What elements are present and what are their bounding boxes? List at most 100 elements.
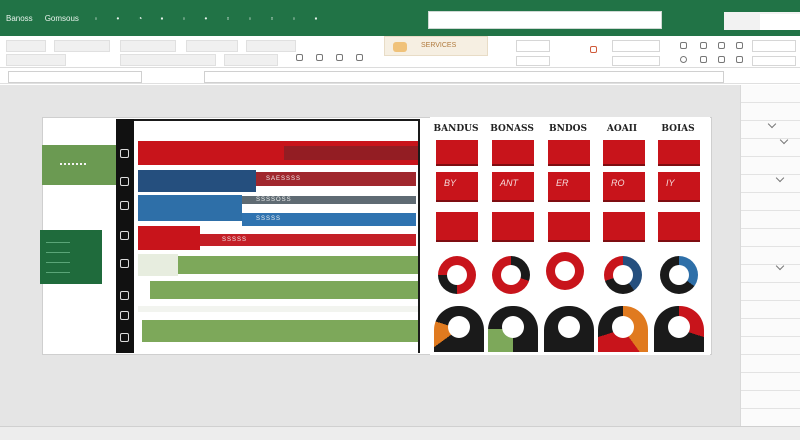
axis-icon: [120, 177, 129, 186]
ribbon-tab-1[interactable]: Banoss: [6, 12, 33, 26]
ring-chart[interactable]: [654, 306, 704, 352]
ribbon-tab-9[interactable]: ▫: [223, 12, 233, 26]
chart-bar[interactable]: [150, 256, 418, 274]
ribbon-tab-5[interactable]: ◔: [135, 12, 145, 26]
ribbon-icon[interactable]: [296, 54, 303, 61]
tile[interactable]: IY: [658, 172, 700, 202]
tile[interactable]: [603, 140, 645, 166]
ribbon-tab-8[interactable]: •: [201, 12, 211, 26]
tile[interactable]: ANT: [492, 172, 534, 202]
chart-bar[interactable]: [150, 281, 418, 299]
ribbon-icon[interactable]: [718, 56, 725, 63]
ribbon-tabs: Banoss Gomsous ◦ • ◔ ▪ ◦ • ▫ ◦ ▫ ◦ ▪: [0, 12, 333, 26]
ribbon-icon[interactable]: [356, 54, 363, 61]
ring-chart[interactable]: [544, 306, 594, 352]
ribbon-icon[interactable]: [680, 42, 687, 49]
axis-icon: [120, 291, 129, 300]
ribbon-tab-13[interactable]: ▪: [311, 12, 321, 26]
tile[interactable]: ER: [548, 172, 590, 202]
ribbon-tab-11[interactable]: ▫: [267, 12, 277, 26]
tile[interactable]: [548, 140, 590, 166]
tile-label: RO: [611, 178, 625, 188]
ribbon-dropdown[interactable]: [612, 40, 660, 52]
ribbon-icon[interactable]: [590, 46, 597, 53]
ribbon-icon[interactable]: [336, 54, 343, 61]
ribbon-button[interactable]: [6, 54, 66, 66]
search-input[interactable]: [428, 11, 662, 29]
services-button[interactable]: SERVICES: [384, 36, 488, 56]
ribbon-dropdown[interactable]: [612, 56, 660, 66]
tile[interactable]: [492, 212, 534, 242]
ribbon-tab-10[interactable]: ◦: [245, 12, 255, 26]
formula-input[interactable]: [204, 71, 724, 83]
chevron-icon[interactable]: [775, 261, 785, 271]
pen-icon[interactable]: [767, 119, 777, 129]
legend-label: [60, 163, 86, 167]
chart-bar[interactable]: [138, 170, 256, 192]
ribbon-icon[interactable]: [736, 42, 743, 49]
bar-label: SSSSS: [256, 216, 282, 222]
chart-bar[interactable]: [284, 146, 418, 160]
chart-bar[interactable]: [142, 320, 418, 342]
tile[interactable]: RO: [603, 172, 645, 202]
chevron-icon[interactable]: [775, 173, 785, 183]
ribbon-icon[interactable]: [736, 56, 743, 63]
ribbon-dropdown[interactable]: [516, 40, 550, 52]
ribbon-button[interactable]: [186, 40, 238, 52]
column-header: BOIAS: [661, 124, 695, 134]
ribbon-icon[interactable]: [700, 42, 707, 49]
chevron-icon[interactable]: [779, 135, 789, 145]
tile[interactable]: BY: [436, 172, 478, 202]
ring-chart[interactable]: [598, 306, 648, 352]
ribbon-icon[interactable]: [680, 56, 687, 63]
tile[interactable]: [436, 212, 478, 242]
ribbon-button[interactable]: [6, 40, 46, 52]
chart-bar[interactable]: [138, 306, 418, 312]
worksheet-cells[interactable]: [740, 85, 800, 440]
ribbon-tab-12[interactable]: ◦: [289, 12, 299, 26]
tile[interactable]: [603, 212, 645, 242]
ribbon-button[interactable]: [246, 40, 296, 52]
ribbon-button[interactable]: [54, 40, 110, 52]
ring-chart[interactable]: [488, 306, 538, 352]
ribbon-icon[interactable]: [700, 56, 707, 63]
ribbon-icon[interactable]: [718, 42, 725, 49]
axis-icon: [120, 231, 129, 240]
tile[interactable]: [658, 212, 700, 242]
tile-label: ER: [556, 178, 569, 188]
axis-icon: [120, 201, 129, 210]
donut-chart[interactable]: [660, 256, 698, 294]
ribbon-dropdown[interactable]: [752, 56, 796, 66]
tile[interactable]: [436, 140, 478, 166]
chart-bar[interactable]: [138, 254, 178, 276]
ribbon-tab-3[interactable]: ◦: [91, 12, 101, 26]
ribbon-button[interactable]: [224, 54, 278, 66]
ribbon-tab-6[interactable]: ▪: [157, 12, 167, 26]
ring-chart[interactable]: [434, 306, 484, 352]
ribbon-icon[interactable]: [316, 54, 323, 61]
donut-chart[interactable]: [492, 256, 530, 294]
ribbon-button[interactable]: [120, 54, 216, 66]
chart-thumbnail[interactable]: [40, 230, 102, 284]
ribbon-dropdown[interactable]: [516, 56, 550, 66]
donut-chart[interactable]: [604, 256, 642, 294]
tile-label: IY: [666, 178, 675, 188]
ribbon-tab-2[interactable]: Gomsous: [45, 12, 79, 26]
services-icon: [393, 42, 407, 52]
tile[interactable]: [548, 212, 590, 242]
donut-chart[interactable]: [438, 256, 476, 294]
chart-bar[interactable]: [138, 226, 200, 250]
name-box[interactable]: [8, 71, 142, 83]
ribbon-tab-4[interactable]: •: [113, 12, 123, 26]
tile[interactable]: [492, 140, 534, 166]
ribbon-tab-7[interactable]: ◦: [179, 12, 189, 26]
chart-legend-tab[interactable]: [42, 145, 116, 185]
chart-bar[interactable]: [138, 195, 242, 221]
ribbon-button[interactable]: [120, 40, 176, 52]
ribbon-dropdown[interactable]: [752, 40, 796, 52]
axis-icon: [120, 149, 129, 158]
tile[interactable]: [658, 140, 700, 166]
donut-chart[interactable]: [546, 252, 584, 290]
axis-icon: [120, 259, 129, 268]
thumbnail-line: [46, 272, 70, 273]
